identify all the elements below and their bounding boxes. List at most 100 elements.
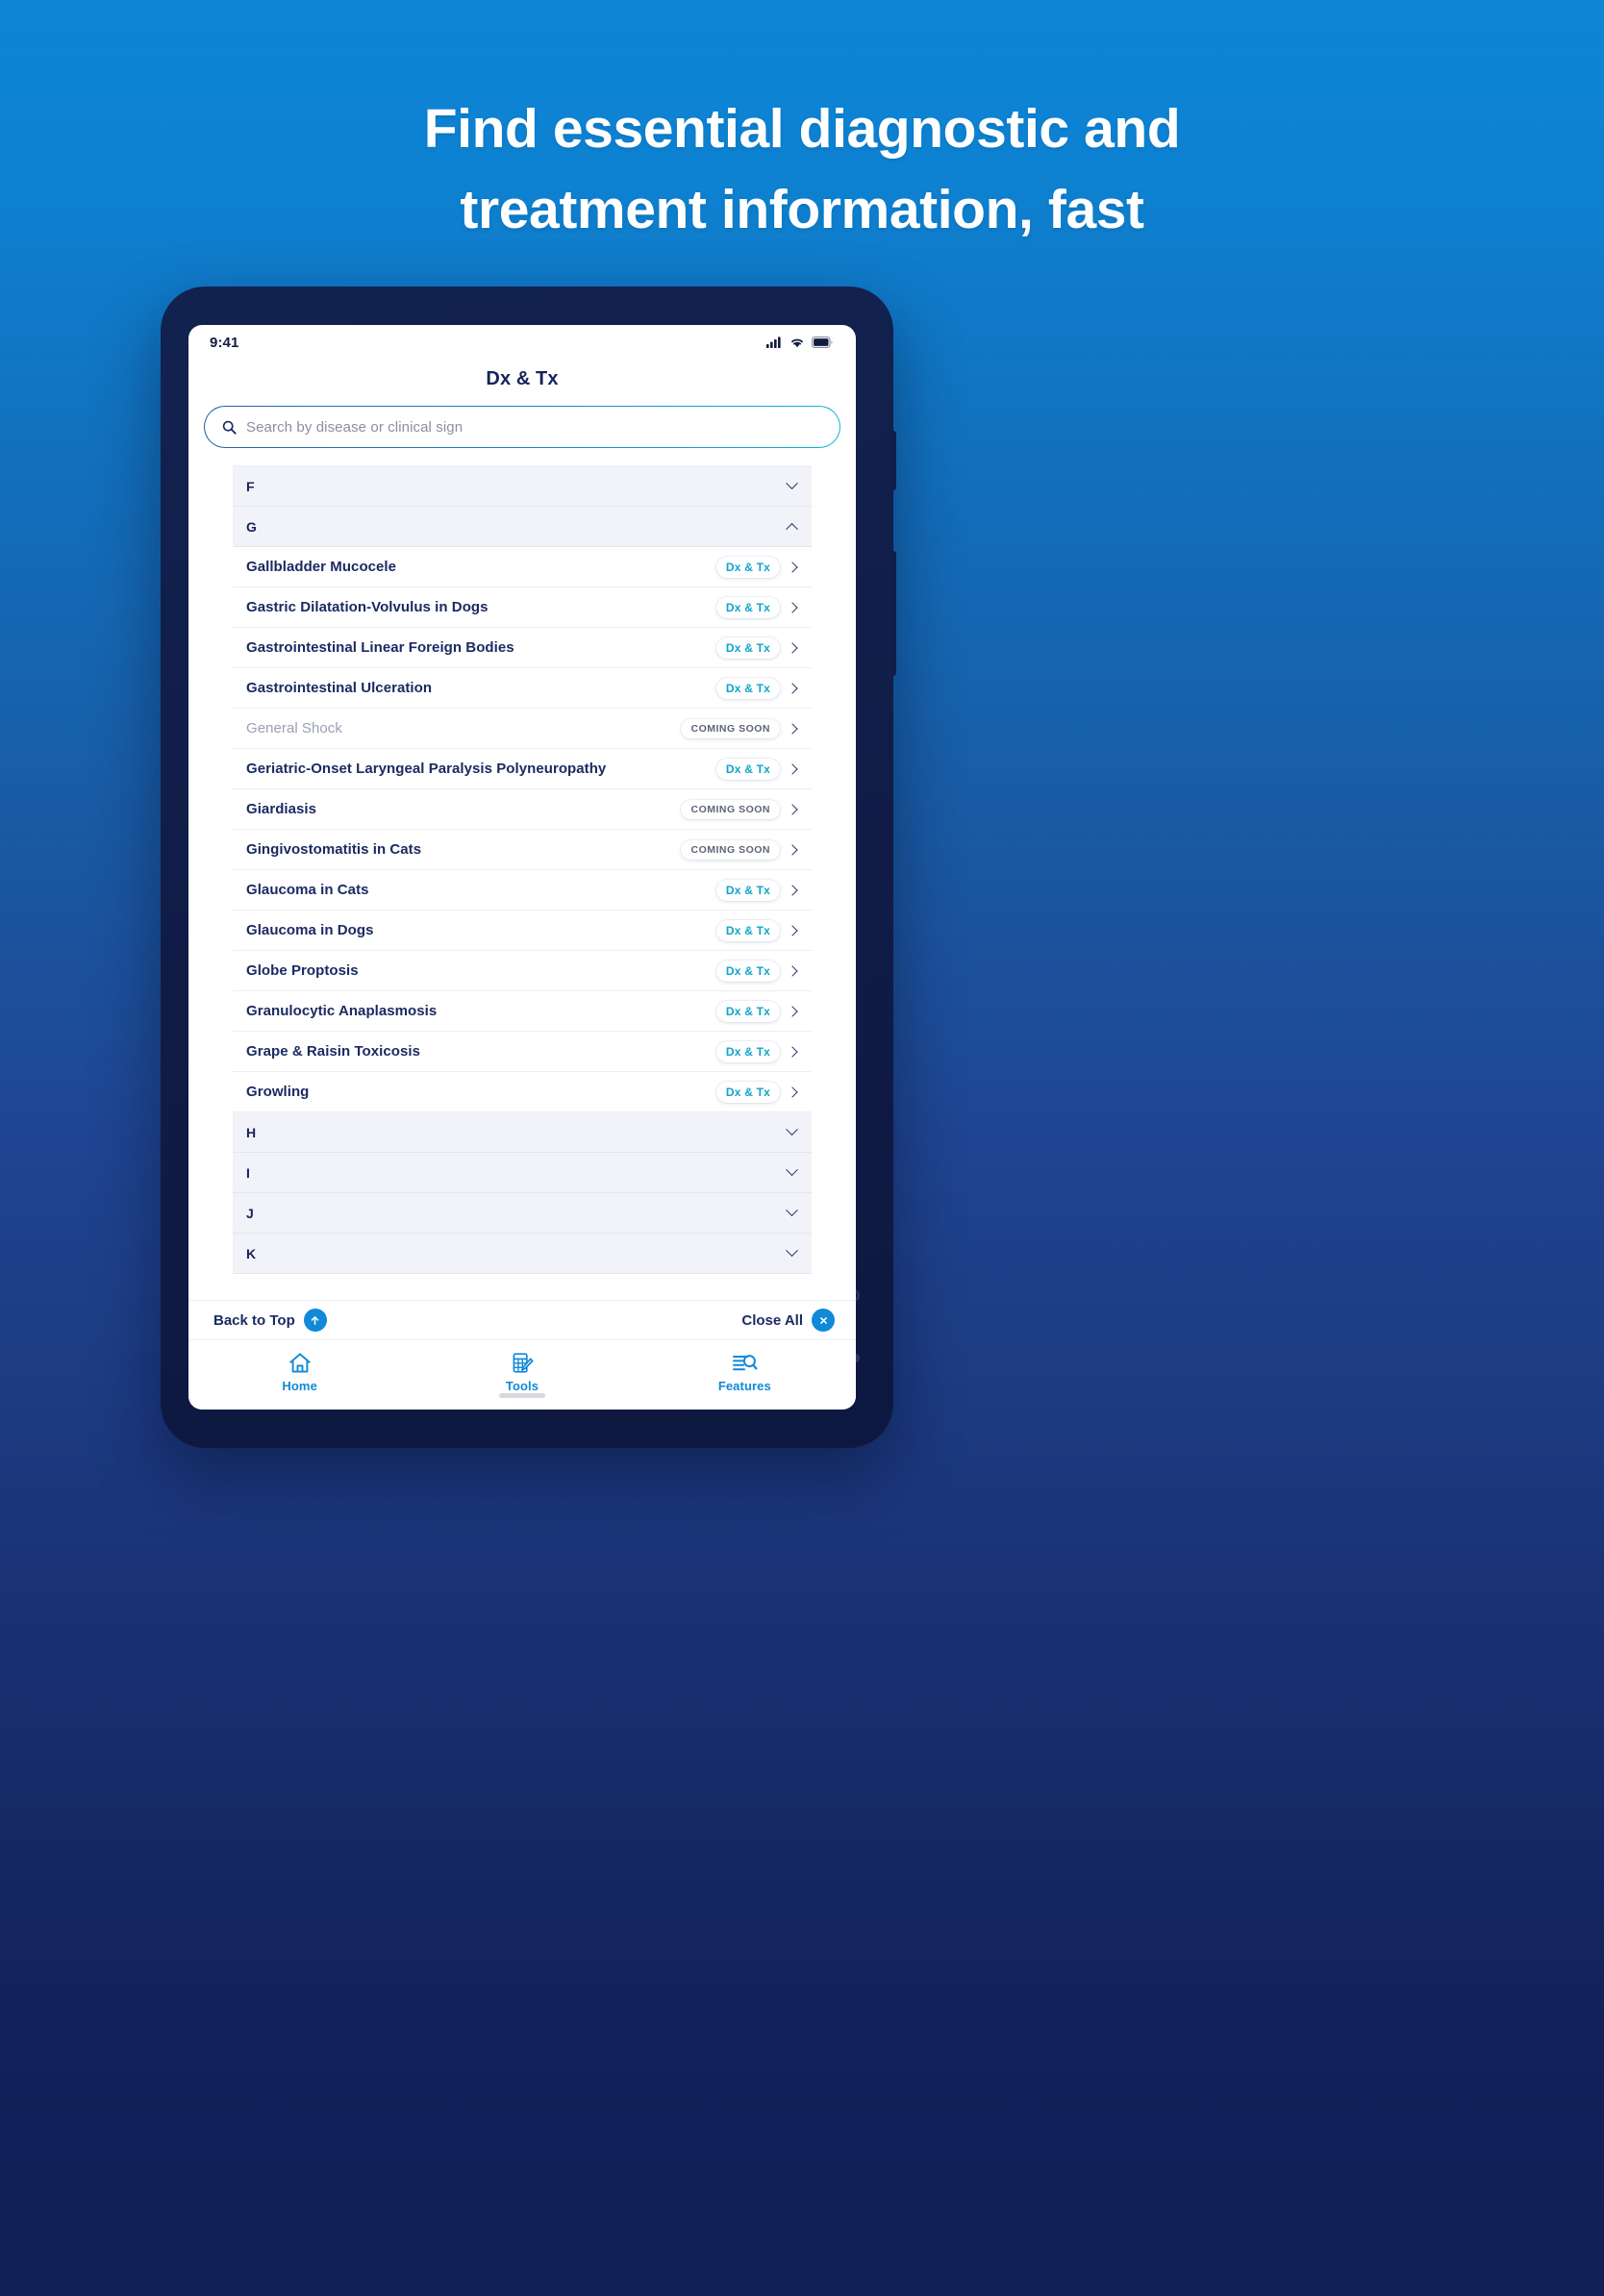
list-item[interactable]: Glaucoma in Cats Dx & Tx	[233, 870, 812, 911]
tab-home[interactable]: Home	[188, 1352, 411, 1393]
tab-tools[interactable]: Tools	[411, 1352, 633, 1393]
section-header-g[interactable]: G	[233, 507, 812, 547]
chevron-right-icon[interactable]	[787, 964, 798, 977]
section-letter: F	[246, 478, 255, 494]
chevron-right-icon[interactable]	[787, 762, 798, 775]
page-title: Dx & Tx	[486, 367, 559, 389]
chevron-down-icon[interactable]	[786, 1204, 798, 1217]
bottom-tab-bar: Home Tools Features	[188, 1340, 856, 1410]
list-item-actions: Dx & Tx	[715, 758, 800, 780]
chevron-up-icon[interactable]	[786, 522, 798, 536]
chevron-right-icon[interactable]	[787, 641, 798, 654]
list-item-label: Gingivostomatitis in Cats	[246, 841, 422, 858]
device-power-button[interactable]	[891, 551, 896, 676]
chevron-right-icon[interactable]	[787, 1086, 798, 1098]
chevron-right-icon[interactable]	[787, 601, 798, 613]
list-item-label: Glaucoma in Dogs	[246, 922, 374, 938]
headline-line-2: treatment information, fast	[460, 179, 1144, 240]
list-item-actions: Dx & Tx	[715, 960, 800, 982]
list-item-actions: Dx & Tx	[715, 556, 800, 578]
status-badge: Dx & Tx	[715, 960, 780, 982]
list-item-actions: Dx & Tx	[715, 1081, 800, 1103]
section-letter: I	[246, 1164, 250, 1181]
list-item[interactable]: Giardiasis COMING SOON	[233, 789, 812, 830]
list-item[interactable]: Gallbladder Mucocele Dx & Tx	[233, 547, 812, 587]
close-all-button[interactable]: Close All	[741, 1309, 835, 1332]
chevron-down-icon[interactable]	[786, 1163, 798, 1177]
list-item-label: Globe Proptosis	[246, 962, 359, 979]
search-field[interactable]: Search by disease or clinical sign	[204, 406, 840, 448]
list-item[interactable]: Gingivostomatitis in Cats COMING SOON	[233, 830, 812, 870]
list-item[interactable]: Geriatric-Onset Laryngeal Paralysis Poly…	[233, 749, 812, 789]
tab-home-label: Home	[282, 1379, 317, 1393]
chevron-right-icon[interactable]	[787, 884, 798, 896]
disease-list: F G Gallbladder Mucocele Dx & Tx Gastric Dil…	[233, 465, 812, 1274]
status-badge: Dx & Tx	[715, 556, 780, 578]
list-item[interactable]: Glaucoma in Dogs Dx & Tx	[233, 911, 812, 951]
section-header-h[interactable]: H	[233, 1112, 812, 1153]
list-item[interactable]: Gastrointestinal Ulceration Dx & Tx	[233, 668, 812, 709]
list-item[interactable]: Granulocytic Anaplasmosis Dx & Tx	[233, 991, 812, 1032]
section-header-i[interactable]: I	[233, 1153, 812, 1193]
chevron-right-icon[interactable]	[787, 722, 798, 735]
battery-icon	[812, 337, 833, 348]
chevron-right-icon[interactable]	[787, 1005, 798, 1017]
list-item-label: Gastrointestinal Linear Foreign Bodies	[246, 639, 514, 656]
chevron-right-icon[interactable]	[787, 682, 798, 694]
chevron-right-icon[interactable]	[787, 561, 798, 573]
status-badge: Dx & Tx	[715, 596, 780, 618]
section-letter: K	[246, 1245, 257, 1261]
device-screen: 9:41 Dx & Tx Search by disease or clinic…	[188, 325, 856, 1410]
disease-list-region[interactable]: F G Gallbladder Mucocele Dx & Tx Gastric Dil…	[188, 460, 856, 1300]
status-badge: Dx & Tx	[715, 758, 780, 780]
section-header-k[interactable]: K	[233, 1234, 812, 1274]
list-item[interactable]: Globe Proptosis Dx & Tx	[233, 951, 812, 991]
status-badge: Dx & Tx	[715, 636, 780, 659]
list-item[interactable]: Growling Dx & Tx	[233, 1072, 812, 1112]
chevron-right-icon[interactable]	[787, 803, 798, 815]
list-item-actions: Dx & Tx	[715, 636, 800, 659]
list-item-label: General Shock	[246, 720, 342, 736]
list-item-label: Gastric Dilatation-Volvulus in Dogs	[246, 599, 489, 615]
chevron-right-icon[interactable]	[787, 843, 798, 856]
list-item-label: Growling	[246, 1084, 310, 1100]
list-item-actions: Dx & Tx	[715, 1000, 800, 1022]
back-to-top-button[interactable]: Back to Top	[213, 1309, 327, 1332]
tab-features-label: Features	[717, 1379, 771, 1393]
chevron-right-icon[interactable]	[787, 924, 798, 936]
search-container: Search by disease or clinical sign	[188, 398, 856, 460]
list-item[interactable]: Grape & Raisin Toxicosis Dx & Tx	[233, 1032, 812, 1072]
section-letter: G	[246, 518, 257, 535]
list-item-actions: COMING SOON	[681, 799, 800, 819]
section-header-j[interactable]: J	[233, 1193, 812, 1234]
arrow-up-icon	[303, 1309, 327, 1332]
chevron-down-icon[interactable]	[786, 1123, 798, 1136]
device-volume-button[interactable]	[891, 431, 896, 490]
list-item-actions: COMING SOON	[681, 718, 800, 738]
status-badge: Dx & Tx	[715, 677, 780, 699]
status-bar: 9:41	[188, 325, 856, 360]
list-item-label: Gallbladder Mucocele	[246, 559, 397, 575]
chevron-down-icon[interactable]	[786, 477, 798, 490]
search-input[interactable]: Search by disease or clinical sign	[246, 419, 463, 436]
list-item-label: Granulocytic Anaplasmosis	[246, 1003, 438, 1019]
list-item-actions: Dx & Tx	[715, 596, 800, 618]
home-indicator[interactable]	[499, 1393, 545, 1398]
list-item-actions: Dx & Tx	[715, 879, 800, 901]
app-navbar: Dx & Tx	[188, 360, 856, 398]
status-badge: COMING SOON	[681, 799, 780, 819]
list-item-actions: Dx & Tx	[715, 919, 800, 941]
chevron-right-icon[interactable]	[787, 1045, 798, 1058]
list-item[interactable]: Gastric Dilatation-Volvulus in Dogs Dx & …	[233, 587, 812, 628]
tab-features[interactable]: Features	[634, 1352, 856, 1393]
status-badge: COMING SOON	[681, 718, 780, 738]
list-item-label: Geriatric-Onset Laryngeal Paralysis Poly…	[246, 761, 607, 777]
section-header-f[interactable]: F	[233, 466, 812, 507]
list-item[interactable]: General Shock COMING SOON	[233, 709, 812, 749]
close-all-label: Close All	[741, 1311, 803, 1329]
list-item[interactable]: Gastrointestinal Linear Foreign Bodies Dx…	[233, 628, 812, 668]
list-item-label: Grape & Raisin Toxicosis	[246, 1043, 420, 1060]
chevron-down-icon[interactable]	[786, 1244, 798, 1258]
page-headline: Find essential diagnostic and treatment …	[0, 88, 1604, 250]
list-item-actions: COMING SOON	[681, 839, 800, 860]
